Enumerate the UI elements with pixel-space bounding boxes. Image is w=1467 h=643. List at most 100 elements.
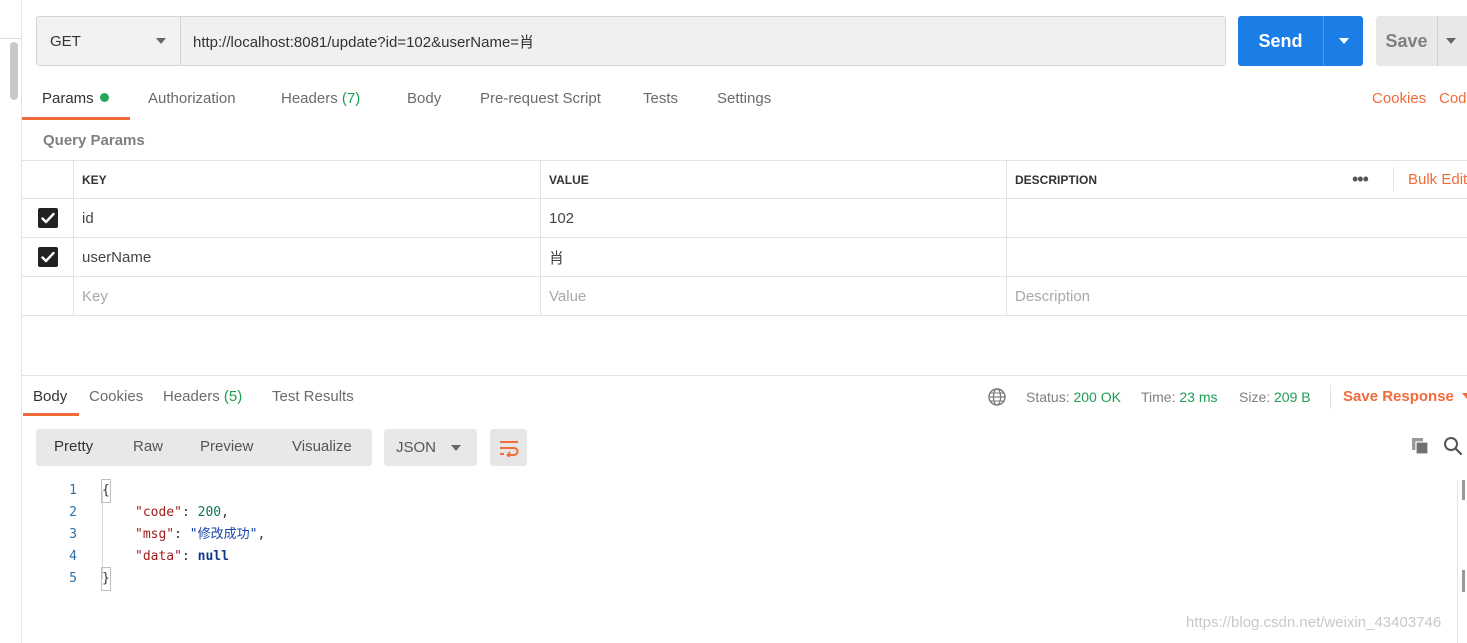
chevron-down-icon — [1446, 38, 1456, 44]
url-text: http://localhost:8081/update?id=102&user… — [193, 33, 535, 51]
param-key-cell[interactable]: id — [74, 199, 541, 237]
code-text: "msg": "修改成功", — [135, 524, 265, 546]
response-tabs: Body Cookies Headers (5) Test Results St… — [22, 376, 1467, 416]
view-pretty-button[interactable]: Pretty — [54, 438, 93, 455]
size-value: 209 B — [1274, 389, 1311, 405]
param-value-cell[interactable]: 肖 — [541, 238, 1007, 276]
tab-params[interactable]: Params — [42, 90, 109, 107]
table-row: id 102 — [22, 199, 1467, 238]
view-preview-button[interactable]: Preview — [200, 438, 253, 455]
status-label: Status: — [1026, 389, 1070, 405]
json-null: null — [197, 549, 229, 564]
chevron-down-icon — [1461, 393, 1467, 399]
tab-headers-count: (7) — [341, 90, 361, 107]
params-active-dot — [99, 93, 109, 102]
param-description-cell[interactable] — [1007, 199, 1467, 237]
send-button[interactable]: Send — [1238, 16, 1324, 66]
json-string: "修改成功" — [189, 527, 258, 542]
code-text: "data": null — [135, 546, 229, 568]
header-divider — [1393, 167, 1394, 191]
meta-divider — [1330, 385, 1331, 409]
status-value: 200 OK — [1073, 389, 1121, 405]
tab-settings[interactable]: Settings — [717, 90, 771, 107]
row-checkbox-cell — [22, 238, 74, 276]
size-label: Size: — [1239, 389, 1271, 405]
search-icon[interactable] — [1443, 436, 1463, 456]
row-checkbox[interactable] — [37, 208, 58, 228]
save-response-button[interactable]: Save Response — [1343, 388, 1467, 405]
query-params-table: KEY VALUE DESCRIPTION ••• Bulk Edit id 1… — [22, 160, 1467, 316]
save-response-label: Save Response — [1343, 388, 1454, 405]
json-key: "data" — [135, 549, 182, 564]
param-description-cell[interactable] — [1007, 238, 1467, 276]
key-input[interactable]: Key — [74, 277, 541, 315]
response-tab-test-results[interactable]: Test Results — [272, 388, 354, 405]
view-mode-group: Pretty Raw Preview Visualize — [36, 429, 372, 466]
description-input[interactable]: Description — [1007, 277, 1467, 315]
code-scrollbar[interactable] — [1457, 480, 1467, 643]
time-value: 23 ms — [1179, 389, 1218, 405]
column-header-value: VALUE — [541, 161, 1007, 198]
wrap-lines-icon — [499, 440, 518, 457]
json-key: "msg" — [135, 527, 175, 542]
chevron-down-icon — [451, 444, 461, 451]
json-colon: : — [181, 549, 198, 564]
more-options-icon[interactable]: ••• — [1352, 161, 1369, 198]
wrap-lines-button[interactable] — [490, 429, 527, 466]
copy-icon[interactable] — [1410, 436, 1430, 456]
tab-tests[interactable]: Tests — [643, 90, 678, 107]
bulk-edit-link[interactable]: Bulk Edit — [1408, 161, 1467, 198]
response-tab-body[interactable]: Body — [33, 388, 67, 405]
column-header-description: DESCRIPTION — [1015, 172, 1098, 187]
code-link[interactable]: Code — [1439, 90, 1467, 107]
row-checkbox-cell — [22, 277, 74, 315]
code-text: "code": 200, — [135, 502, 229, 524]
line-number: 5 — [69, 571, 77, 586]
cookies-link[interactable]: Cookies — [1372, 90, 1426, 107]
checkmark-icon — [40, 251, 55, 263]
code-scrollbar-thumb[interactable] — [1462, 480, 1465, 500]
tab-authorization[interactable]: Authorization — [148, 90, 236, 107]
time-info: Time: 23 ms — [1141, 389, 1218, 405]
header-check-cell — [22, 161, 74, 198]
row-checkbox[interactable] — [37, 247, 58, 267]
tab-prerequest-script[interactable]: Pre-request Script — [480, 90, 601, 107]
format-select[interactable]: JSON — [384, 429, 477, 466]
tab-headers[interactable]: Headers (7) — [281, 90, 360, 107]
response-tab-headers[interactable]: Headers (5) — [163, 388, 242, 405]
line-number: 1 — [69, 483, 77, 498]
response-tab-headers-label: Headers — [163, 388, 220, 405]
view-visualize-button[interactable]: Visualize — [292, 438, 352, 455]
code-scrollbar-marker — [1462, 570, 1465, 592]
json-key: "code" — [135, 505, 182, 520]
code-text: } — [101, 567, 111, 591]
format-label: JSON — [396, 439, 437, 456]
tab-params-label: Params — [42, 90, 94, 107]
value-input[interactable]: Value — [541, 277, 1007, 315]
json-colon: : — [174, 527, 190, 542]
send-dropdown-button[interactable] — [1324, 16, 1363, 66]
line-number: 3 — [69, 527, 77, 542]
view-raw-button[interactable]: Raw — [133, 438, 163, 455]
json-number: 200 — [197, 505, 222, 520]
save-dropdown-button[interactable] — [1438, 16, 1464, 66]
json-comma: , — [257, 527, 266, 542]
indent-guide — [102, 491, 103, 579]
param-key-cell[interactable]: userName — [74, 238, 541, 276]
globe-icon[interactable] — [987, 387, 1007, 407]
param-value-cell[interactable]: 102 — [541, 199, 1007, 237]
gutter-scrollbar[interactable] — [10, 42, 18, 100]
checkmark-icon — [40, 212, 55, 224]
send-button-group: Send — [1238, 16, 1363, 66]
response-tab-cookies[interactable]: Cookies — [89, 388, 143, 405]
query-params-title: Query Params — [43, 132, 145, 149]
line-number: 4 — [69, 549, 77, 564]
chevron-down-icon — [1338, 38, 1349, 44]
table-row: userName 肖 — [22, 238, 1467, 277]
column-header-key: KEY — [74, 161, 541, 198]
line-number: 2 — [69, 505, 77, 520]
url-input[interactable]: http://localhost:8081/update?id=102&user… — [181, 17, 1225, 65]
save-button[interactable]: Save — [1376, 16, 1438, 66]
tab-body[interactable]: Body — [407, 90, 441, 107]
method-select[interactable]: GET — [37, 17, 181, 65]
